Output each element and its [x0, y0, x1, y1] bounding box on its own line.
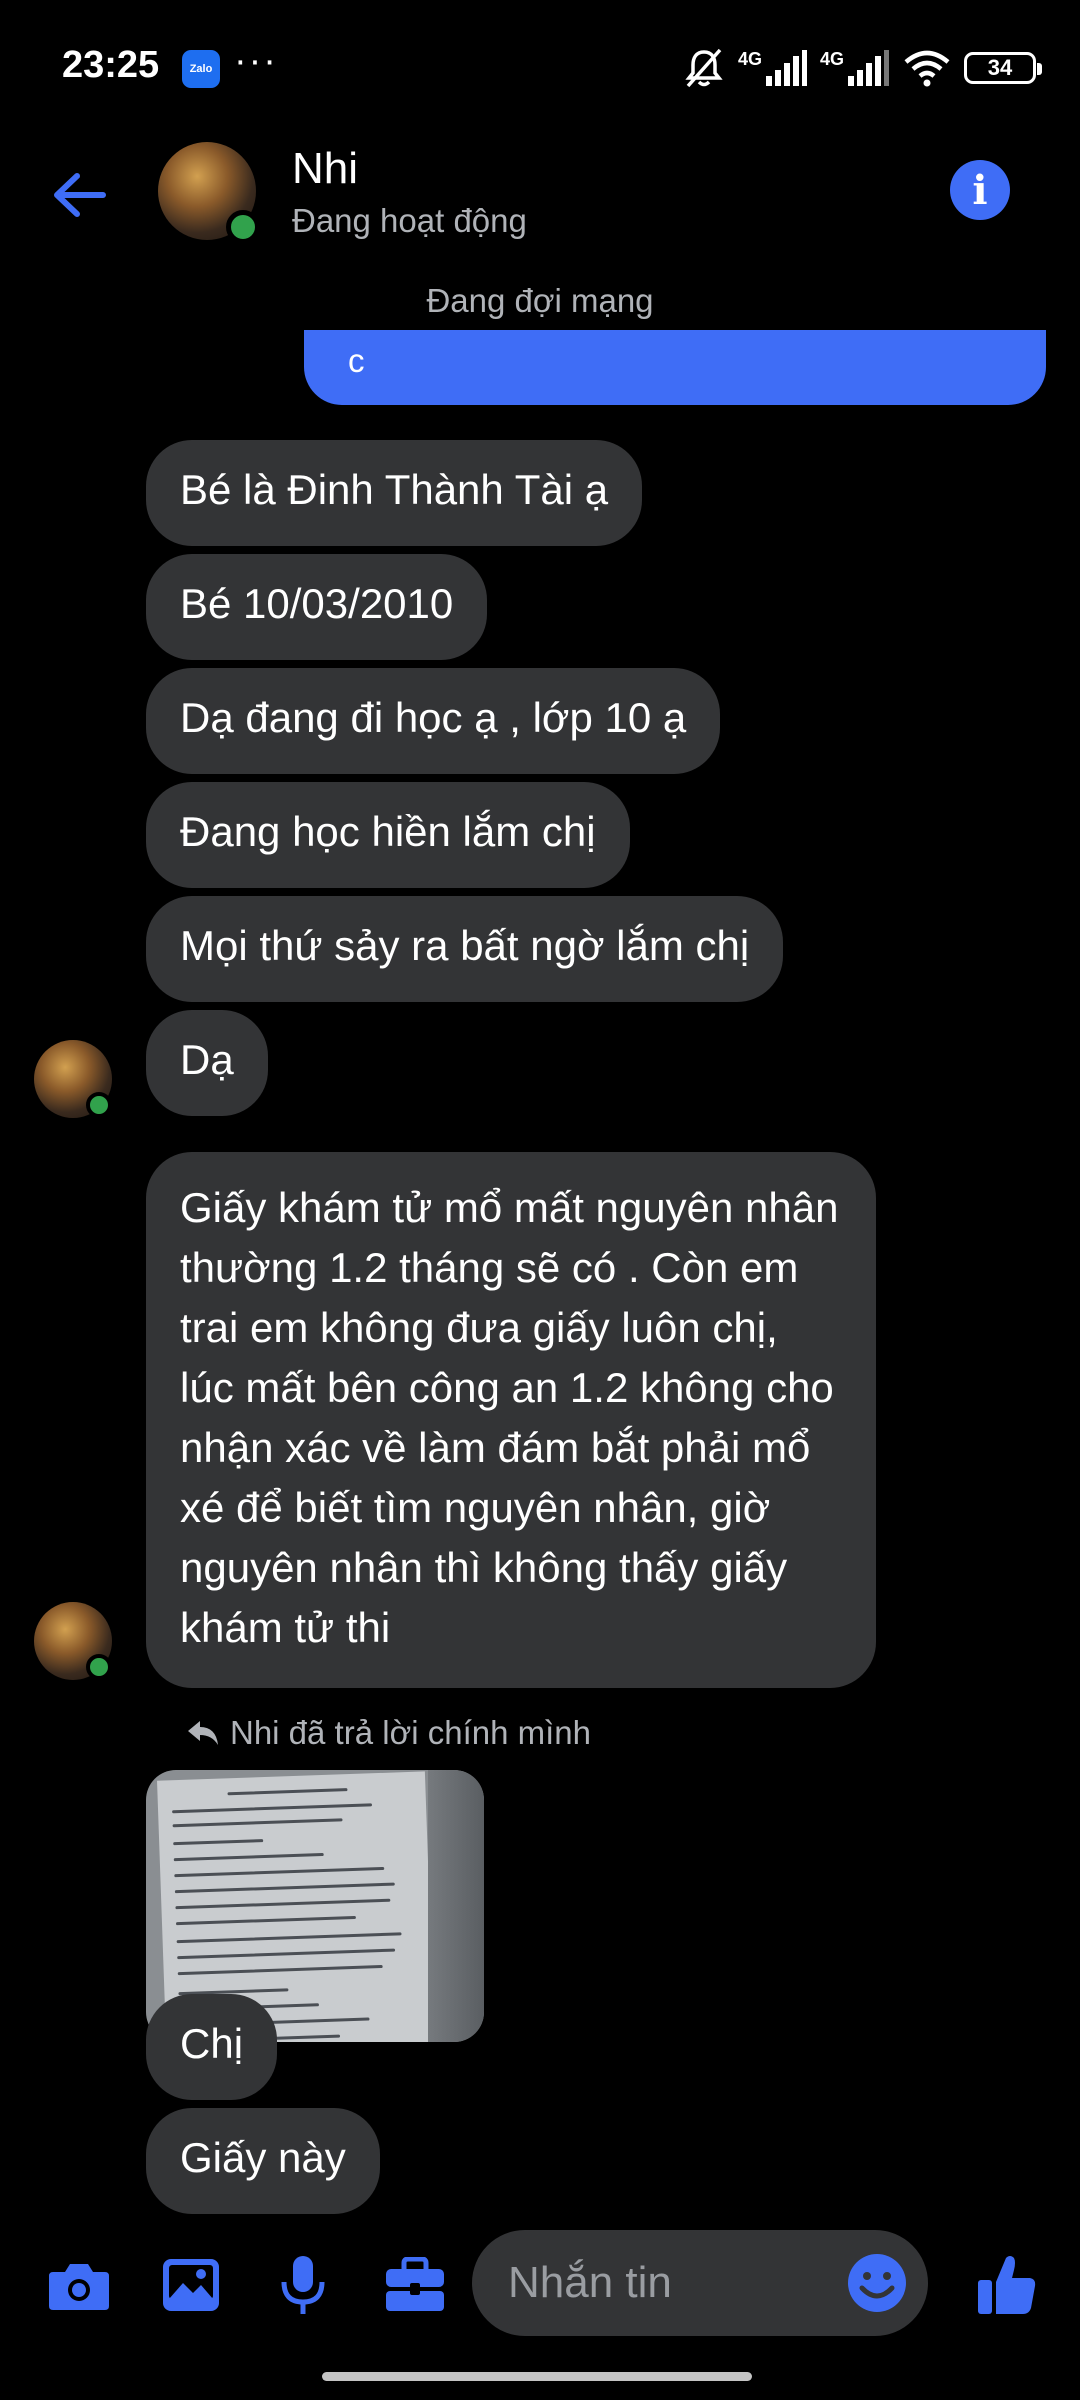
message-bubble[interactable]: Dạ đang đi học ạ , lớp 10 ạ [146, 668, 721, 774]
doc-line [175, 1915, 356, 1926]
sent-message-bubble[interactable]: c [304, 330, 1046, 405]
doc-line [176, 1932, 402, 1944]
signal-icon [765, 50, 807, 86]
doc-line [174, 1866, 385, 1878]
more-notifications-icon: ··· [234, 40, 278, 82]
tools-button[interactable] [380, 2250, 450, 2320]
reply-label-text: Nhi đã trả lời chính mình [230, 1714, 591, 1751]
doc-line [177, 1948, 396, 1960]
camera-icon [49, 2264, 109, 2310]
like-button[interactable] [972, 2250, 1042, 2320]
status-time: 23:25 [62, 44, 160, 86]
back-button[interactable] [44, 160, 114, 230]
message-bubble[interactable]: Dạ [146, 1010, 268, 1116]
reply-indicator: Nhi đã trả lời chính mình [186, 1714, 591, 1752]
mute-bell-icon [685, 48, 723, 88]
microphone-icon [281, 2256, 325, 2314]
doc-line [174, 1882, 395, 1894]
info-icon: i [972, 166, 988, 214]
document-background [428, 1770, 484, 2042]
doc-line [173, 1852, 324, 1862]
gallery-button[interactable] [156, 2250, 226, 2320]
doc-line [227, 1788, 348, 1796]
reply-arrow-icon [188, 1721, 218, 1745]
contact-status: Đang hoạt động [292, 202, 527, 239]
status-bar: 23:25 Zalo ··· 4G 4G 34 [0, 0, 1080, 130]
online-status-dot [86, 1654, 112, 1680]
back-arrow-icon [54, 173, 106, 217]
home-indicator[interactable] [322, 2372, 752, 2381]
emoji-button[interactable] [846, 2252, 908, 2314]
camera-button[interactable] [44, 2250, 114, 2320]
message-bubble[interactable]: Đang học hiền lắm chị [146, 782, 630, 888]
emoji-icon [848, 2254, 906, 2312]
online-status-dot [86, 1092, 112, 1118]
doc-line [175, 1898, 391, 1910]
message-bubble-long[interactable]: Giấy khám tử mổ mất nguyên nhân thường 1… [146, 1152, 876, 1688]
message-bubble[interactable]: Giấy này [146, 2108, 380, 2214]
doc-line [172, 1803, 373, 1814]
thumbs-up-icon [978, 2256, 1036, 2314]
network-type-1: 4G [737, 48, 762, 69]
zalo-app-icon: Zalo [182, 50, 220, 88]
status-indicators: 4G 4G 34 [682, 46, 1042, 90]
contact-name[interactable]: Nhi [292, 144, 358, 194]
signal-icon-2 [848, 50, 889, 86]
message-bubble[interactable]: Chị [146, 1994, 278, 2100]
gallery-icon [163, 2259, 219, 2311]
info-button[interactable]: i [950, 160, 1010, 220]
briefcase-icon [386, 2257, 444, 2311]
doc-line [172, 1818, 343, 1828]
network-type-2: 4G [819, 48, 844, 69]
message-bubble[interactable]: Bé 10/03/2010 [146, 554, 488, 660]
wifi-icon [904, 50, 950, 87]
doc-line [177, 1965, 383, 1976]
chat-header: Nhi Đang hoạt động i [0, 130, 1080, 255]
battery-indicator: 34 [964, 52, 1042, 84]
doc-line [173, 1839, 264, 1846]
connection-notice: Đang đợi mạng [426, 282, 654, 319]
microphone-button[interactable] [268, 2250, 338, 2320]
online-status-dot [226, 210, 260, 244]
message-bubble[interactable]: Bé là Đinh Thành Tài ạ [146, 440, 643, 546]
message-bubble[interactable]: Mọi thứ sảy ra bất ngờ lắm chị [146, 896, 784, 1002]
composer-bar [0, 2220, 1080, 2350]
